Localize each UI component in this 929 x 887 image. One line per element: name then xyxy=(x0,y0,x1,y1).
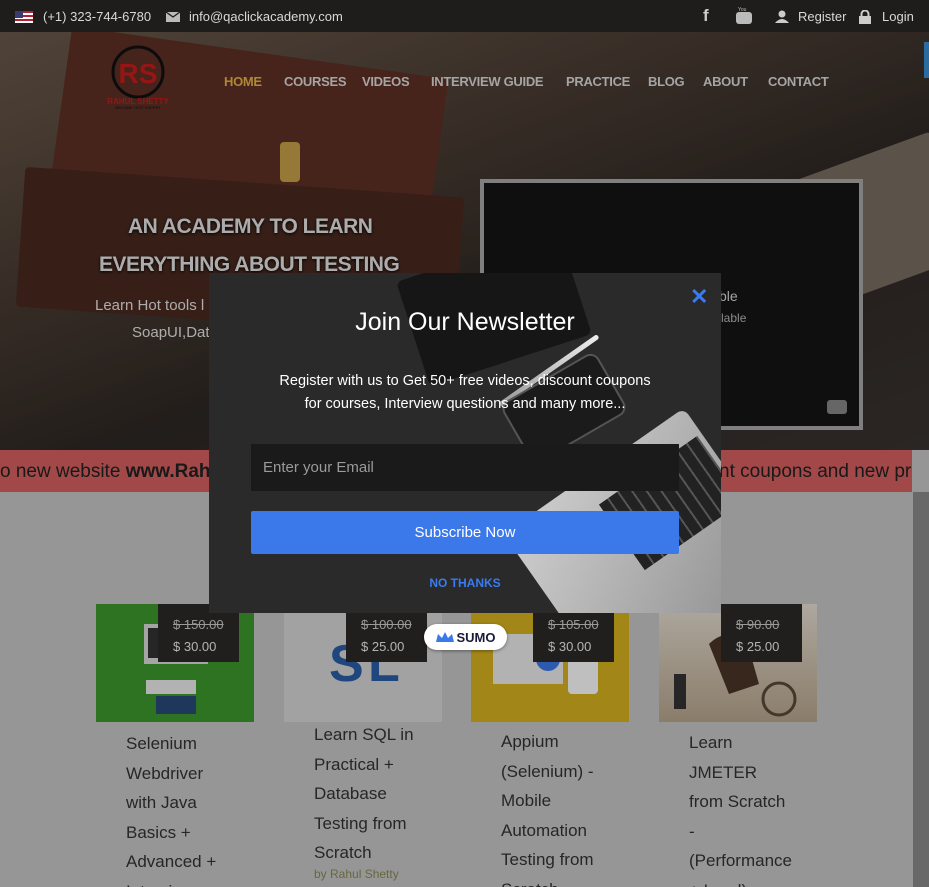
login-link[interactable]: Login xyxy=(859,9,914,24)
facebook-icon[interactable]: f xyxy=(703,6,709,26)
email-contact[interactable]: info@qaclickacademy.com xyxy=(166,9,343,24)
youtube-icon[interactable]: You xyxy=(736,7,752,25)
email-input[interactable] xyxy=(251,444,679,491)
register-link[interactable]: Register xyxy=(775,9,846,24)
crown-icon xyxy=(435,631,454,642)
phone-contact: (+1) 323-744-6780 xyxy=(15,9,151,24)
close-icon[interactable]: ✕ xyxy=(690,284,708,310)
lock-icon xyxy=(859,9,871,24)
modal-description: Register with us to Get 50+ free videos,… xyxy=(279,373,651,412)
envelope-icon xyxy=(166,11,180,22)
sumo-badge[interactable]: SUMO xyxy=(424,624,507,650)
no-thanks-link[interactable]: NO THANKS xyxy=(209,576,721,590)
us-flag-icon xyxy=(15,10,33,23)
svg-text:You: You xyxy=(738,7,747,13)
login-label: Login xyxy=(882,9,914,24)
user-icon xyxy=(775,10,789,23)
register-label: Register xyxy=(798,9,847,24)
modal-title: Join Our Newsletter xyxy=(355,308,575,336)
newsletter-modal: ✕ Join Our Newsletter Register with us t… xyxy=(209,273,721,613)
top-bar: (+1) 323-744-6780 info@qaclickacademy.co… xyxy=(0,0,929,32)
subscribe-button[interactable]: Subscribe Now xyxy=(251,511,679,554)
phone-number: (+1) 323-744-6780 xyxy=(43,9,152,24)
sumo-label: SUMO xyxy=(456,629,496,645)
email-address: info@qaclickacademy.com xyxy=(189,9,343,24)
